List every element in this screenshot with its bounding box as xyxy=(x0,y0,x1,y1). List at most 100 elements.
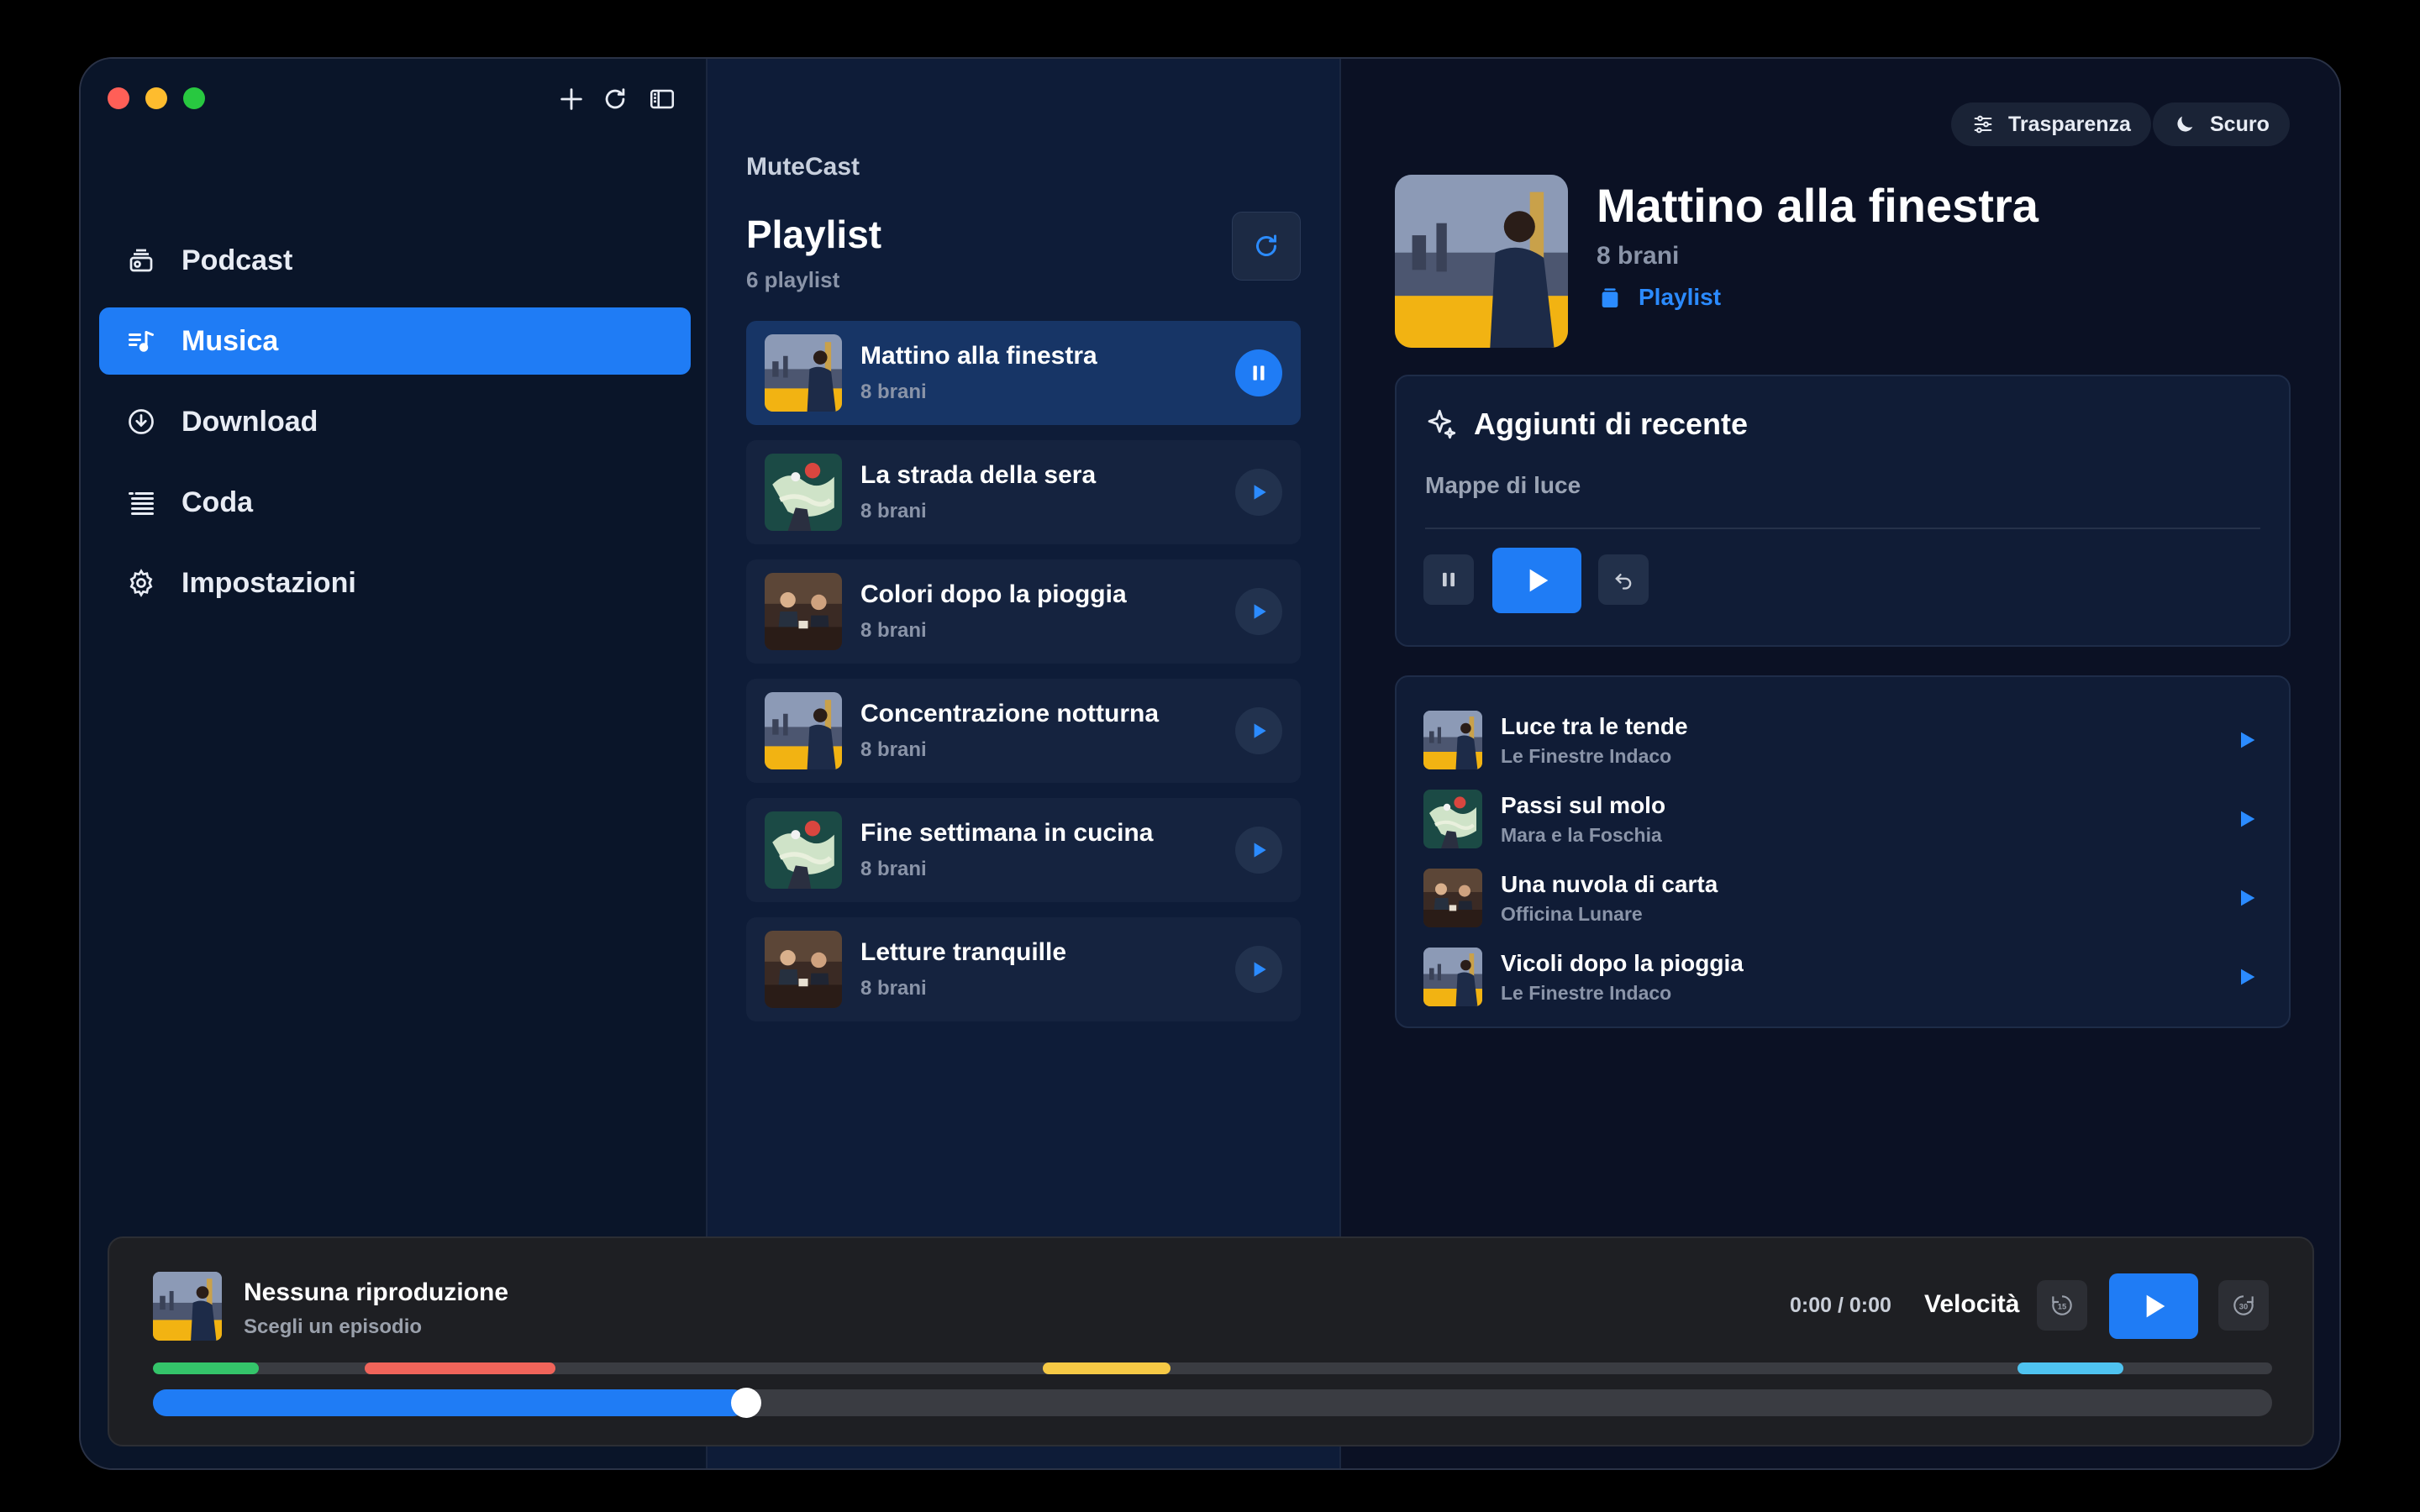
play-icon[interactable] xyxy=(2235,807,2259,831)
transparency-label: Trasparenza xyxy=(2008,112,2131,136)
sidebar-item-coda[interactable]: Coda xyxy=(99,469,691,536)
play-button[interactable] xyxy=(1492,548,1581,613)
play-icon[interactable] xyxy=(2235,728,2259,752)
pause-icon xyxy=(1443,572,1455,587)
playlist-item[interactable]: Letture tranquille 8 brani xyxy=(746,917,1301,1021)
progress-knob[interactable] xyxy=(731,1388,762,1418)
playlist-name: Fine settimana in cucina xyxy=(860,819,1154,847)
skip-back-button[interactable]: 15 xyxy=(2037,1280,2087,1331)
app-window: Podcast Musica Download Coda Impostazion… xyxy=(79,57,2341,1470)
play-button[interactable] xyxy=(1235,588,1282,635)
chapter-marker xyxy=(365,1362,556,1374)
track-name: Una nuvola di carta xyxy=(1501,870,1718,897)
play-button[interactable] xyxy=(1235,946,1282,993)
transparency-button[interactable]: Trasparenza xyxy=(1951,102,2151,146)
playlist-list: Mattino alla finestra 8 brani La strada d… xyxy=(746,321,1301,1037)
play-button[interactable] xyxy=(1235,707,1282,754)
sidebar-item-label: Podcast xyxy=(182,244,293,276)
refresh-icon xyxy=(1256,234,1276,256)
theme-button[interactable]: Scuro xyxy=(2153,102,2290,146)
track-row[interactable]: Vicoli dopo la pioggia Le Finestre Indaco xyxy=(1397,937,2289,1016)
sidebar-item-podcast[interactable]: Podcast xyxy=(99,227,691,294)
recent-heading: Aggiunti di recente xyxy=(1474,407,1749,441)
chapter-markers xyxy=(153,1362,2272,1374)
download-icon xyxy=(123,403,160,440)
track-artwork xyxy=(1423,790,1482,848)
sidebar-item-label: Impostazioni xyxy=(182,566,356,599)
svg-text:30: 30 xyxy=(2239,1303,2248,1311)
track-artwork xyxy=(1423,869,1482,927)
track-name: Vicoli dopo la pioggia xyxy=(1501,949,1744,976)
sidebar-item-label: Download xyxy=(182,405,318,438)
close-window-button[interactable] xyxy=(108,87,129,109)
play-icon xyxy=(1254,962,1266,977)
sidebar-item-download[interactable]: Download xyxy=(99,388,691,455)
now-playing-subtitle: Scegli un episodio xyxy=(244,1315,423,1338)
play-icon[interactable] xyxy=(2235,965,2259,989)
playlist-item[interactable]: Concentrazione notturna 8 brani xyxy=(746,679,1301,783)
sliders-icon xyxy=(1974,115,1992,134)
playlist-item[interactable]: Colori dopo la pioggia 8 brani xyxy=(746,559,1301,664)
track-name: Passi sul molo xyxy=(1501,791,1666,818)
playlist-track-count: 8 brani xyxy=(1597,242,1680,270)
playlist-item[interactable]: Mattino alla finestra 8 brani xyxy=(746,321,1301,425)
track-artist: Mara e la Foschia xyxy=(1501,823,1662,846)
divider xyxy=(1425,528,2260,529)
plus-icon[interactable] xyxy=(555,82,588,116)
track-artwork xyxy=(1423,711,1482,769)
sidebar-toggle-icon[interactable] xyxy=(645,82,679,116)
refresh-icon[interactable] xyxy=(598,82,632,116)
minimize-window-button[interactable] xyxy=(145,87,167,109)
sparkles-icon xyxy=(1428,409,1456,439)
sidebar-item-label: Musica xyxy=(182,324,279,357)
chapter-marker xyxy=(2018,1362,2124,1374)
play-button[interactable] xyxy=(1235,469,1282,516)
track-list: Luce tra le tende Le Finestre Indaco Pass… xyxy=(1395,675,2291,1028)
sidebar-item-musica[interactable]: Musica xyxy=(99,307,691,375)
refresh-playlists-button[interactable] xyxy=(1232,212,1301,281)
play-icon xyxy=(1254,723,1266,738)
playlist-track-count: 8 brani xyxy=(860,738,927,761)
progress-fill xyxy=(153,1389,747,1416)
speed-button[interactable]: Velocità xyxy=(1924,1290,2019,1319)
playlist-name: La strada della sera xyxy=(860,461,1097,489)
moon-icon xyxy=(2177,116,2193,132)
pause-button[interactable] xyxy=(1235,349,1282,396)
playlist-track-count: 8 brani xyxy=(860,858,927,880)
pause-button[interactable] xyxy=(1423,554,1474,605)
undo-button[interactable] xyxy=(1598,554,1649,605)
playlist-artwork xyxy=(765,573,842,650)
play-icon[interactable] xyxy=(2235,886,2259,910)
pause-icon xyxy=(1253,365,1265,381)
track-artist: Officina Lunare xyxy=(1501,902,1643,925)
playlist-artwork xyxy=(765,692,842,769)
play-button[interactable] xyxy=(1235,827,1282,874)
music-icon xyxy=(123,323,160,360)
track-row[interactable]: Passi sul molo Mara e la Foschia xyxy=(1397,780,2289,858)
sidebar-item-label: Coda xyxy=(182,486,253,518)
recent-card: Aggiunti di recente Mappe di luce xyxy=(1395,375,2291,647)
track-row[interactable]: Luce tra le tende Le Finestre Indaco xyxy=(1397,701,2289,780)
skip-forward-button[interactable]: 30 xyxy=(2218,1280,2269,1331)
progress-slider[interactable] xyxy=(153,1388,2272,1418)
zoom-window-button[interactable] xyxy=(183,87,205,109)
playlist-cover xyxy=(1395,175,1568,348)
time-readout: 0:00 / 0:00 xyxy=(1790,1294,1891,1317)
playlist-artwork xyxy=(765,931,842,1008)
playlist-name: Mattino alla finestra xyxy=(860,342,1097,370)
playlist-item[interactable]: Fine settimana in cucina 8 brani xyxy=(746,798,1301,902)
play-button[interactable] xyxy=(2109,1273,2198,1339)
playlist-track-count: 8 brani xyxy=(860,977,927,1000)
playlist-track-count: 8 brani xyxy=(860,500,927,522)
playlist-item[interactable]: La strada della sera 8 brani xyxy=(746,440,1301,544)
playlist-name: Colori dopo la pioggia xyxy=(860,580,1127,608)
theme-label: Scuro xyxy=(2210,112,2270,136)
sidebar-item-impostazioni[interactable]: Impostazioni xyxy=(99,549,691,617)
gear-icon xyxy=(123,564,160,601)
play-icon xyxy=(2146,1294,2165,1318)
track-row[interactable]: Una nuvola di carta Officina Lunare xyxy=(1397,858,2289,937)
recent-subtitle: Mappe di luce xyxy=(1425,472,1581,498)
playlist-type-link[interactable]: Playlist xyxy=(1597,284,1721,311)
playlist-track-count: 8 brani xyxy=(860,381,927,403)
playlist-name: Letture tranquille xyxy=(860,938,1067,966)
